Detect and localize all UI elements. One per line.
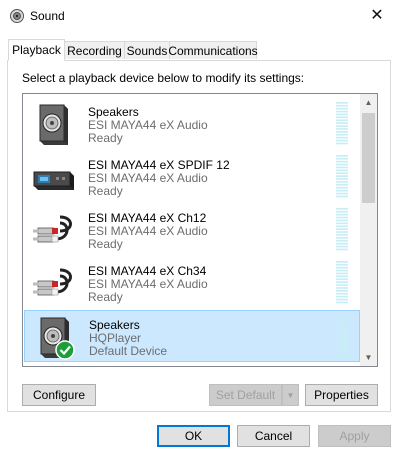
button-label: Properties [314,388,369,402]
close-icon: ✕ [370,7,384,24]
rca-cable-icon [33,268,72,296]
device-name: Speakers [89,318,140,332]
tab-label: Recording [67,43,122,58]
tab-recording[interactable]: Recording [64,41,125,59]
device-status: Default Device [89,344,168,358]
device-driver: HQPlayer [89,331,142,345]
tab-playback[interactable]: Playback [8,39,65,61]
speaker-icon [10,9,24,23]
list-item[interactable]: ESI MAYA44 eX SPDIF 12 ESI MAYA44 eX Aud… [24,151,360,203]
window-title: Sound [30,9,65,23]
device-name: ESI MAYA44 eX Ch34 [88,264,207,278]
device-driver: ESI MAYA44 eX Audio [88,171,208,185]
apply-button[interactable]: Apply [318,425,391,447]
tab-label: Communications [168,43,258,58]
tab-label: Sounds [126,43,168,58]
device-status: Ready [88,131,123,145]
scroll-down-button[interactable]: ▼ [360,349,377,366]
list-item[interactable]: Speakers ESI MAYA44 eX Audio Ready [24,98,360,150]
title-bar: Sound ✕ [0,0,400,32]
rca-cable-icon [33,215,72,243]
tab-sounds[interactable]: Sounds [124,41,170,59]
device-list[interactable]: Speakers ESI MAYA44 eX Audio Ready ESI M… [22,93,378,367]
tab-communications[interactable]: Communications [168,41,258,59]
volume-meter [336,208,348,251]
tab-label: Playback [12,43,61,57]
speaker-box-icon [40,317,75,360]
properties-button[interactable]: Properties [305,384,378,406]
list-item-selected[interactable]: Speakers HQPlayer Default Device [24,310,360,362]
close-button[interactable]: ✕ [354,0,400,30]
volume-meter [336,261,348,304]
configure-button[interactable]: Configure [22,384,96,406]
instruction-text: Select a playback device below to modify… [22,71,305,85]
list-item[interactable]: ESI MAYA44 eX Ch12 ESI MAYA44 eX Audio R… [24,204,360,256]
button-label: Cancel [254,429,293,443]
list-item[interactable]: ESI MAYA44 eX Ch34 ESI MAYA44 eX Audio R… [24,257,360,309]
cancel-button[interactable]: Cancel [237,425,310,447]
device-status: Ready [88,290,123,304]
default-check-icon [55,340,75,360]
spdif-device-icon [33,171,74,190]
scroll-up-button[interactable]: ▲ [360,94,377,111]
button-label: Set Default [215,388,276,402]
list-scrollbar[interactable]: ▲ ▼ [360,94,377,366]
button-label: Configure [32,388,86,402]
device-status: Ready [88,184,123,198]
volume-meter [336,102,348,145]
device-driver: ESI MAYA44 eX Audio [88,277,208,291]
volume-meter [336,155,348,198]
chevron-down-icon: ▼ [286,390,295,400]
device-driver: ESI MAYA44 eX Audio [88,224,208,238]
set-default-dropdown-button[interactable]: ▼ [282,384,299,406]
set-default-button[interactable]: Set Default [209,384,282,406]
speaker-box-icon [39,104,68,145]
device-driver: ESI MAYA44 eX Audio [88,118,208,132]
device-name: ESI MAYA44 eX SPDIF 12 [88,158,230,172]
volume-meter [337,315,349,358]
scroll-thumb[interactable] [362,113,375,203]
button-label: Apply [339,429,370,443]
ok-button[interactable]: OK [157,425,230,447]
button-label: OK [184,429,203,443]
device-name: Speakers [88,105,139,119]
device-status: Ready [88,237,123,251]
chevron-down-icon: ▼ [364,353,373,362]
device-name: ESI MAYA44 eX Ch12 [88,211,207,225]
chevron-up-icon: ▲ [364,98,373,107]
